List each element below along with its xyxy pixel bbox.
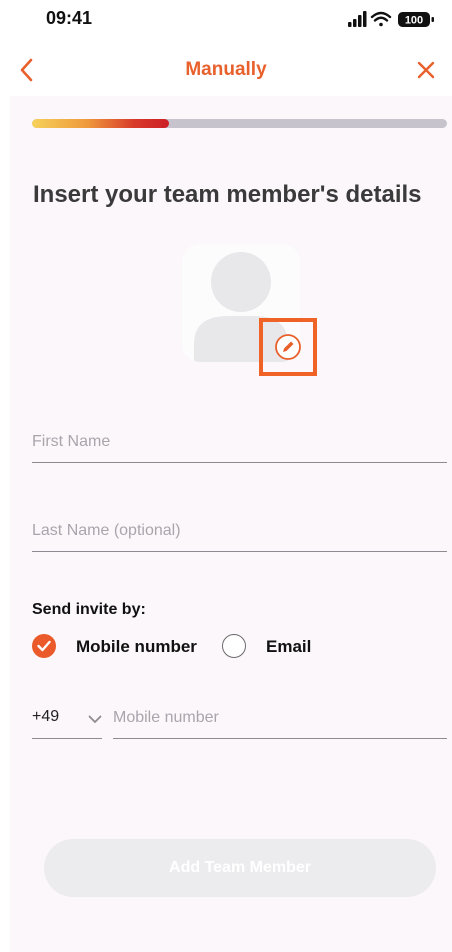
status-icons: 100 (348, 9, 438, 29)
battery-level: 100 (405, 15, 423, 27)
signal-icon (348, 11, 367, 27)
form-container: Insert your team member's details Send i… (10, 96, 452, 952)
country-code-value: +49 (32, 708, 60, 725)
page-title: Manually (185, 59, 267, 80)
first-name-field (32, 426, 447, 463)
status-bar: 09:41 100 (0, 0, 452, 44)
form-heading: Insert your team member's details (33, 181, 422, 208)
invite-label: Send invite by: (32, 601, 146, 618)
progress-bar (32, 119, 447, 128)
battery-icon: 100 (398, 12, 434, 27)
country-code-select[interactable]: +49 (32, 702, 102, 739)
wifi-icon (370, 11, 392, 27)
radio-checked-icon (32, 634, 56, 658)
mobile-number-input[interactable] (113, 702, 447, 734)
close-icon (417, 61, 435, 79)
last-name-input[interactable] (32, 515, 447, 547)
first-name-input[interactable] (32, 426, 447, 458)
pencil-icon (275, 334, 301, 360)
invite-method-group: Mobile number Email (32, 634, 452, 660)
chevron-down-icon (88, 715, 102, 723)
add-team-member-button[interactable]: Add Team Member (44, 839, 436, 897)
invite-mobile-label: Mobile number (76, 637, 197, 656)
radio-unchecked-icon (222, 634, 246, 658)
last-name-field (32, 515, 447, 552)
edit-photo-button[interactable] (259, 318, 317, 376)
nav-bar: Manually (0, 44, 452, 96)
status-time: 09:41 (46, 8, 93, 28)
mobile-number-field (113, 702, 447, 739)
close-button[interactable] (414, 58, 438, 82)
progress-fill (32, 119, 169, 128)
invite-email-label: Email (266, 637, 312, 656)
